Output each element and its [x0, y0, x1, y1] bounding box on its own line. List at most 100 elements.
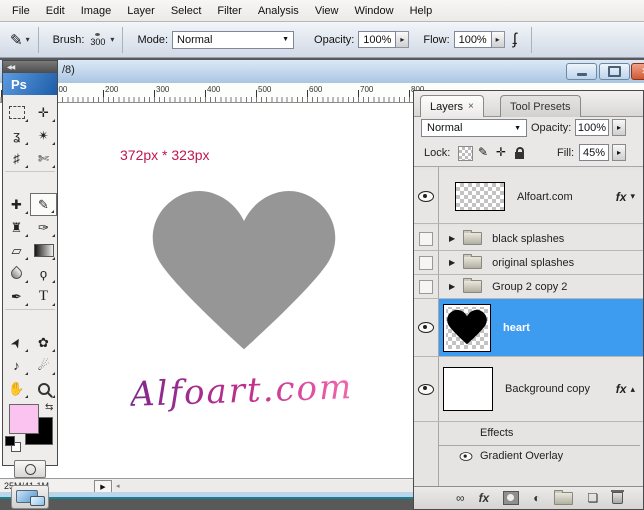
- close-button[interactable]: ✕: [631, 63, 644, 80]
- lasso-tool[interactable]: ʓ: [3, 124, 30, 147]
- menu-view[interactable]: View: [307, 2, 347, 20]
- fill-spinner[interactable]: ▸: [612, 144, 626, 161]
- group-name[interactable]: black splashes: [492, 233, 564, 245]
- menu-file[interactable]: File: [4, 2, 38, 20]
- dodge-burn-tool[interactable]: ϙ: [30, 262, 57, 285]
- layer-name[interactable]: Alfoart.com: [517, 191, 573, 203]
- flow-spinner[interactable]: ▸: [492, 31, 505, 48]
- scroll-left-icon[interactable]: ◂: [116, 482, 120, 490]
- new-group-icon[interactable]: [554, 492, 573, 505]
- expand-icon[interactable]: ▶: [449, 282, 455, 291]
- group-name[interactable]: Group 2 copy 2: [492, 281, 567, 293]
- audio-annotation-tool[interactable]: ♪: [3, 354, 30, 377]
- visibility-toggle[interactable]: [414, 357, 439, 421]
- visibility-toggle[interactable]: [414, 299, 439, 356]
- maximize-button[interactable]: [599, 63, 630, 80]
- layer-thumbnail[interactable]: [443, 367, 493, 411]
- healing-brush-tool[interactable]: ✚: [3, 193, 30, 216]
- quick-mask-button[interactable]: [14, 460, 46, 478]
- lock-transparency-icon[interactable]: [458, 146, 473, 161]
- foreground-color-swatch[interactable]: [9, 404, 39, 434]
- layer-row-background-copy[interactable]: Background copy fx ▴: [414, 357, 643, 422]
- gradient-tool[interactable]: [30, 239, 57, 262]
- group-row-group2-copy2[interactable]: ▶ Group 2 copy 2: [414, 275, 643, 299]
- layer-row-alfoart[interactable]: Alfoart.com fx ▾: [414, 170, 643, 224]
- eyedropper-tool[interactable]: ☄: [30, 354, 57, 377]
- hand-tool[interactable]: ✋: [3, 377, 30, 400]
- link-layers-icon[interactable]: ∞: [456, 491, 465, 505]
- visibility-toggle[interactable]: [414, 251, 439, 274]
- swap-colors-icon[interactable]: ⇆: [45, 402, 53, 413]
- fill-field[interactable]: 45%: [579, 144, 609, 161]
- menu-image[interactable]: Image: [73, 2, 120, 20]
- layer-thumbnail[interactable]: [455, 182, 505, 211]
- lock-paint-icon[interactable]: ✎: [478, 145, 488, 159]
- menu-edit[interactable]: Edit: [38, 2, 73, 20]
- eraser-tool[interactable]: ▱: [3, 239, 30, 262]
- lock-all-icon[interactable]: [515, 152, 524, 159]
- menu-select[interactable]: Select: [163, 2, 210, 20]
- flow-field[interactable]: 100%: [454, 31, 492, 48]
- magic-wand-tool[interactable]: ✴: [30, 124, 57, 147]
- fx-icon[interactable]: fx: [616, 382, 627, 396]
- expand-icon[interactable]: ▶: [449, 258, 455, 267]
- brush-tool[interactable]: ✎: [30, 193, 57, 216]
- tab-layers[interactable]: Layers ×: [420, 95, 484, 117]
- history-brush-tool[interactable]: ✑: [30, 216, 57, 239]
- opacity-spinner[interactable]: ▸: [612, 119, 626, 136]
- crop-tool[interactable]: ♯: [3, 147, 30, 170]
- toolbox-collapse-bar[interactable]: ◀◀: [3, 61, 57, 73]
- opacity-spinner[interactable]: ▸: [396, 31, 409, 48]
- minimize-button[interactable]: [566, 63, 597, 80]
- adjustment-layer-icon[interactable]: ◐: [533, 491, 540, 505]
- tool-preset-picker[interactable]: ✎ ▾: [10, 31, 30, 49]
- clone-stamp-tool[interactable]: ♜: [3, 216, 30, 239]
- layer-row-heart-selected[interactable]: heart: [414, 299, 643, 357]
- delete-layer-icon[interactable]: [612, 492, 623, 504]
- visibility-toggle[interactable]: [414, 227, 439, 250]
- menu-filter[interactable]: Filter: [209, 2, 249, 20]
- visibility-toggle[interactable]: [414, 275, 439, 298]
- slice-tool[interactable]: ✄: [30, 147, 57, 170]
- menu-window[interactable]: Window: [346, 2, 401, 20]
- chevron-down-icon[interactable]: ▾: [110, 35, 114, 44]
- group-row-black-splashes[interactable]: ▶ black splashes: [414, 227, 643, 251]
- effect-name[interactable]: Gradient Overlay: [480, 450, 563, 462]
- type-tool[interactable]: T: [30, 285, 57, 308]
- layer-name[interactable]: Background copy: [505, 383, 590, 395]
- layer-style-icon[interactable]: fx: [479, 491, 490, 505]
- lock-position-icon[interactable]: ✛: [496, 145, 506, 159]
- opacity-field[interactable]: 100%: [358, 31, 396, 48]
- pen-tool[interactable]: ✒: [3, 285, 30, 308]
- layer-name[interactable]: heart: [503, 322, 530, 334]
- tab-tool-presets[interactable]: Tool Presets: [500, 95, 581, 117]
- visibility-toggle[interactable]: [414, 170, 439, 223]
- layer-thumbnail[interactable]: [443, 304, 491, 352]
- custom-shape-tool[interactable]: ✿: [30, 331, 57, 354]
- new-layer-icon[interactable]: ❏: [587, 491, 598, 505]
- brush-size-preview[interactable]: 300: [90, 33, 105, 47]
- group-name[interactable]: original splashes: [492, 257, 574, 269]
- menu-layer[interactable]: Layer: [119, 2, 163, 20]
- layer-opacity-field[interactable]: 100%: [575, 119, 609, 136]
- layer-blend-mode-select[interactable]: Normal ▼: [421, 119, 527, 137]
- airbrush-icon[interactable]: ʄ: [513, 31, 517, 49]
- move-tool[interactable]: ✛: [30, 101, 57, 124]
- chevron-down-icon[interactable]: ▾: [630, 191, 635, 202]
- menu-analysis[interactable]: Analysis: [250, 2, 307, 20]
- document-titlebar[interactable]: /8) ✕: [0, 60, 644, 83]
- path-selection-tool[interactable]: ➤: [3, 331, 30, 354]
- screen-mode-button[interactable]: [11, 485, 49, 509]
- default-colors-icon[interactable]: [5, 436, 21, 452]
- group-row-original-splashes[interactable]: ▶ original splashes: [414, 251, 643, 275]
- fx-icon[interactable]: fx: [616, 190, 627, 204]
- chevron-up-icon[interactable]: ▴: [630, 384, 635, 395]
- menu-help[interactable]: Help: [402, 2, 441, 20]
- effect-visibility-toggle[interactable]: [460, 452, 473, 461]
- expand-icon[interactable]: ▶: [449, 234, 455, 243]
- close-icon[interactable]: ×: [468, 101, 474, 112]
- zoom-tool[interactable]: [30, 377, 57, 400]
- blend-mode-select[interactable]: Normal ▼: [172, 31, 294, 49]
- blur-tool[interactable]: [3, 262, 30, 285]
- rectangular-marquee-tool[interactable]: [3, 101, 30, 124]
